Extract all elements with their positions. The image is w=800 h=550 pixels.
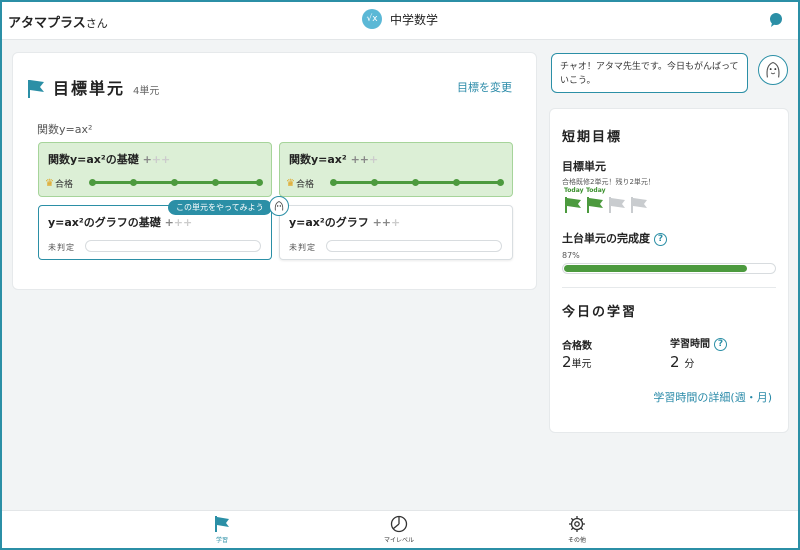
progress-dot xyxy=(453,179,460,186)
unit-title: y=ax²のグラフ +++ xyxy=(289,216,401,229)
study-time-value: 2 分 xyxy=(670,353,695,371)
status-label: 未判定 xyxy=(289,243,316,252)
target-units-card: 目標単元 4単元 目標を変更 関数y=ax² 関数y=ax²の基礎 +++ ♛ 合… xyxy=(12,52,537,290)
unit-title: 関数y=ax²の基礎 +++ xyxy=(48,153,171,166)
pass-badge: ♛ 合格 xyxy=(286,178,314,190)
user-name: アタマプラスさん xyxy=(8,16,108,31)
today-study-title: 今日の学習 xyxy=(562,305,638,320)
unit-card-4[interactable]: y=ax²のグラフ +++ 未判定 xyxy=(279,205,513,260)
flag-achieved-icon xyxy=(587,197,603,213)
subject-name: 中学数学 xyxy=(390,12,439,27)
flag-pending-icon xyxy=(631,197,647,213)
goal-count: 4単元 xyxy=(133,86,160,97)
teacher-message: チャオ！アタマ先生です。今日もがんばっていこう。 xyxy=(551,53,748,93)
today-label: Today xyxy=(564,187,584,194)
trophy-icon: ♛ xyxy=(45,178,54,189)
pass-badge: ♛ 合格 xyxy=(45,178,73,190)
flag-icon xyxy=(215,516,229,532)
flag-achieved-icon xyxy=(565,197,581,213)
progress-dot xyxy=(256,179,263,186)
unit-title: 関数y=ax² +++ xyxy=(289,153,379,166)
progress-track xyxy=(89,179,263,186)
progress-dot xyxy=(412,179,419,186)
progress-dot xyxy=(330,179,337,186)
app-frame: アタマプラスさん √x 中学数学 目標単元 4単元 目標を変更 関数y=ax² … xyxy=(2,2,798,548)
bottom-nav: 学習 マイレベル その他 xyxy=(2,510,798,548)
chat-icon[interactable] xyxy=(768,12,784,28)
pie-icon xyxy=(390,515,408,533)
progress-dot xyxy=(171,179,178,186)
foundation-label: 土台単元の完成度? xyxy=(562,230,667,246)
foundation-percent: 87% xyxy=(562,251,580,260)
progress-dot xyxy=(89,179,96,186)
progress-dot xyxy=(497,179,504,186)
study-time-label: 学習時間? xyxy=(670,335,727,351)
status-label: 未判定 xyxy=(48,243,75,252)
goal-heading: 目標単元 4単元 xyxy=(27,75,159,99)
math-icon: √x xyxy=(362,9,382,29)
passed-count-label: 合格数 xyxy=(562,341,592,352)
try-unit-badge[interactable]: この単元をやってみよう xyxy=(168,200,272,215)
unit-title: y=ax²のグラフの基礎 +++ xyxy=(48,216,193,229)
header: アタマプラスさん √x 中学数学 xyxy=(2,2,798,40)
nav-my-level[interactable]: マイレベル xyxy=(369,515,429,544)
flag-pending-icon xyxy=(609,197,625,213)
target-unit-note: 合格既修2単元！残り2単元！ xyxy=(562,178,655,186)
judge-bar xyxy=(326,240,502,252)
section-label: 関数y=ax² xyxy=(37,123,93,136)
gear-icon xyxy=(569,516,585,532)
teacher-avatar-icon[interactable] xyxy=(758,55,788,85)
nav-study[interactable]: 学習 xyxy=(192,515,252,544)
short-goal-card: 短期目標 目標単元 合格既修2単元！残り2単元！ Today Today 土台単… xyxy=(549,108,789,433)
judge-bar xyxy=(85,240,261,252)
goal-title: 目標単元 xyxy=(53,79,126,98)
change-goal-link[interactable]: 目標を変更 xyxy=(457,79,512,95)
subject-selector[interactable]: √x 中学数学 xyxy=(362,9,438,29)
progress-dot xyxy=(130,179,137,186)
today-label: Today xyxy=(586,187,606,194)
foundation-progress-fill xyxy=(564,265,747,272)
divider xyxy=(562,287,776,288)
foundation-progress xyxy=(562,263,776,274)
short-goal-title: 短期目標 xyxy=(562,130,623,145)
nav-other[interactable]: その他 xyxy=(547,515,607,544)
trophy-icon: ♛ xyxy=(286,178,295,189)
progress-track xyxy=(330,179,504,186)
help-icon[interactable]: ? xyxy=(654,232,667,246)
passed-count-value: 2単元 xyxy=(562,353,592,371)
unit-card-1[interactable]: 関数y=ax²の基礎 +++ ♛ 合格 xyxy=(38,142,272,197)
progress-dot xyxy=(212,179,219,186)
progress-dot xyxy=(371,179,378,186)
teacher-avatar-icon xyxy=(269,196,289,216)
unit-card-2[interactable]: 関数y=ax² +++ ♛ 合格 xyxy=(279,142,513,197)
target-unit-label: 目標単元 xyxy=(562,160,606,173)
help-icon[interactable]: ? xyxy=(714,337,727,351)
study-time-detail-link[interactable]: 学習時間の詳細(週・月) xyxy=(653,389,772,405)
flag-icon xyxy=(28,80,44,98)
